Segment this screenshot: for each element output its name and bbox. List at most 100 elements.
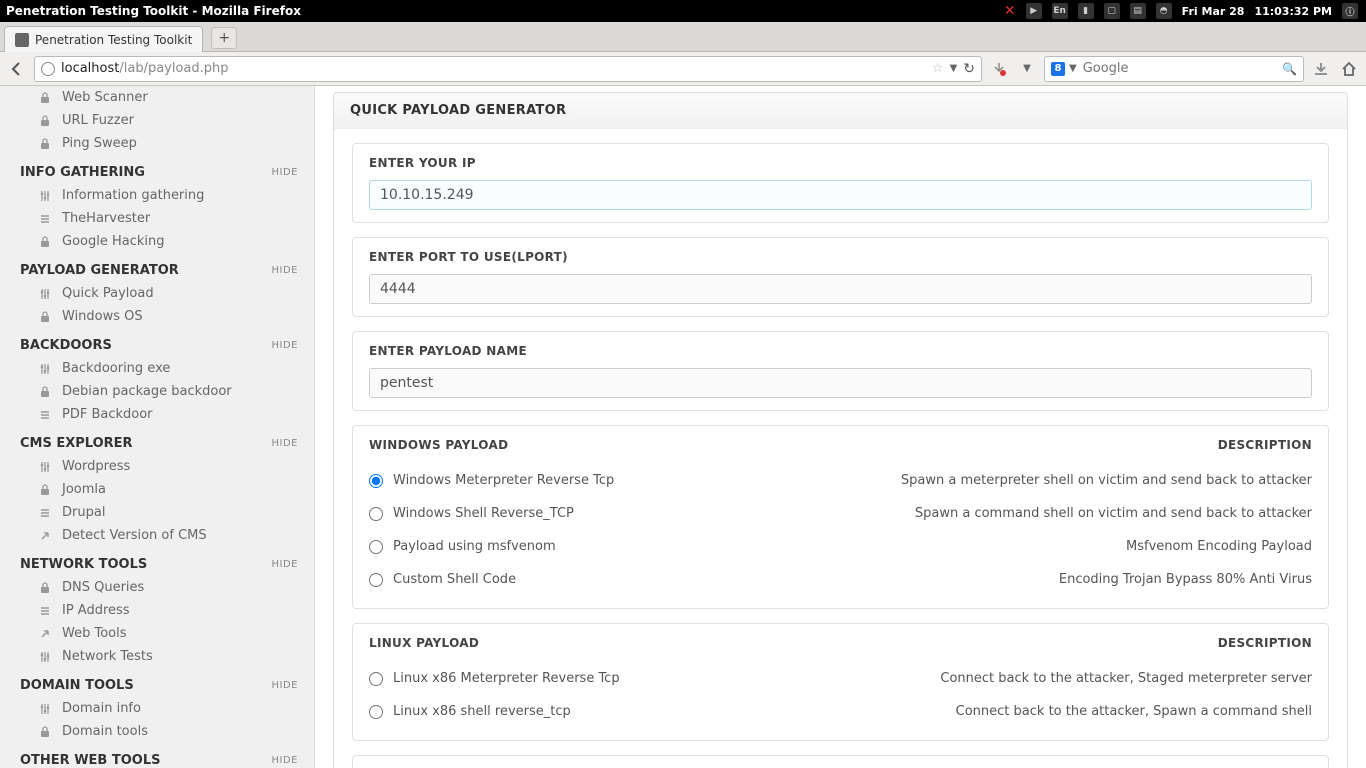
- power-icon[interactable]: ◓: [1156, 3, 1172, 19]
- sidebar-item-label: Windows OS: [62, 309, 143, 324]
- sidebar-section-title: NETWORK TOOLS: [20, 557, 147, 572]
- lock-icon: [38, 581, 52, 595]
- sidebar-item-label: Web Tools: [62, 626, 127, 641]
- home-icon[interactable]: [1338, 58, 1360, 80]
- ip-input[interactable]: [369, 180, 1312, 210]
- sidebar-item[interactable]: Web Tools: [0, 622, 314, 645]
- url-host: localhost: [61, 61, 119, 76]
- sidebar-item[interactable]: URL Fuzzer: [0, 109, 314, 132]
- sidebar-item[interactable]: Drupal: [0, 501, 314, 524]
- sidebar-item[interactable]: Windows OS: [0, 305, 314, 328]
- hide-toggle[interactable]: HIDE: [272, 438, 299, 449]
- payload-option-desc: Encoding Trojan Bypass 80% Anti Virus: [753, 572, 1312, 587]
- payload-option-name: Custom Shell Code: [393, 572, 753, 587]
- payload-option-desc: Spawn a command shell on victim and send…: [753, 506, 1312, 521]
- hide-toggle[interactable]: HIDE: [272, 680, 299, 691]
- sidebar-item[interactable]: Information gathering: [0, 184, 314, 207]
- sidebar-item-label: DNS Queries: [62, 580, 144, 595]
- sliders-icon: [38, 362, 52, 376]
- sidebar-section-title: BACKDOORS: [20, 338, 112, 353]
- sidebar-item[interactable]: Ping Sweep: [0, 132, 314, 155]
- date-text: Fri Mar 28: [1182, 5, 1245, 18]
- sidebar-section-header[interactable]: CMS EXPLORERHIDE: [0, 426, 314, 455]
- sidebar-item[interactable]: Quick Payload: [0, 282, 314, 305]
- sidebar-item[interactable]: Domain info: [0, 697, 314, 720]
- bookmark-icon[interactable]: ☆: [932, 61, 944, 76]
- hide-toggle[interactable]: HIDE: [272, 755, 299, 766]
- tab-title: Penetration Testing Toolkit: [35, 33, 192, 47]
- payload-radio[interactable]: [369, 474, 383, 488]
- url-bar[interactable]: localhost/lab/payload.php ☆ ▼ ↻: [34, 56, 982, 82]
- payload-radio[interactable]: [369, 573, 383, 587]
- sidebar-section-header[interactable]: OTHER WEB TOOLSHIDE: [0, 743, 314, 768]
- sidebar-item-label: Domain tools: [62, 724, 148, 739]
- name-input[interactable]: [369, 368, 1312, 398]
- sidebar-item-label: Google Hacking: [62, 234, 165, 249]
- network-icon[interactable]: ▮: [1078, 3, 1094, 19]
- list-icon: [38, 408, 52, 422]
- toolbar-dropdown-icon[interactable]: ▼: [1016, 58, 1038, 80]
- new-tab-button[interactable]: +: [211, 27, 237, 49]
- payload-radio[interactable]: [369, 705, 383, 719]
- clipboard-icon[interactable]: ▤: [1130, 3, 1146, 19]
- lock-icon: [38, 137, 52, 151]
- sidebar-item[interactable]: Detect Version of CMS: [0, 524, 314, 547]
- sidebar-section-header[interactable]: BACKDOORS HIDE: [0, 328, 314, 357]
- hide-toggle[interactable]: HIDE: [272, 167, 299, 178]
- payload-group: APPLE OSX PAYLOADDESCRIPTIONOSX Reverse …: [352, 755, 1329, 768]
- sidebar-item-label: TheHarvester: [62, 211, 150, 226]
- search-input[interactable]: [1083, 61, 1282, 76]
- search-engine-icon[interactable]: 8: [1051, 62, 1065, 76]
- payload-radio[interactable]: [369, 672, 383, 686]
- sidebar-section-header[interactable]: INFO GATHERING HIDE: [0, 155, 314, 184]
- sidebar-item-label: Joomla: [62, 482, 106, 497]
- sidebar-section-header[interactable]: DOMAIN TOOLSHIDE: [0, 668, 314, 697]
- sidebar-item[interactable]: Joomla: [0, 478, 314, 501]
- media-icon[interactable]: ▶: [1026, 3, 1042, 19]
- system-tray: ✕ ▶ En ▮ ▢ ▤ ◓ Fri Mar 28 11:03:32 PM ⓘ: [1004, 3, 1366, 19]
- sidebar-item[interactable]: Wordpress: [0, 455, 314, 478]
- workspace-icon[interactable]: ▢: [1104, 3, 1120, 19]
- port-field-block: ENTER PORT TO USE(LPORT): [352, 237, 1329, 317]
- lock-icon: [38, 483, 52, 497]
- port-input[interactable]: [369, 274, 1312, 304]
- reload-icon[interactable]: ↻: [963, 61, 975, 77]
- sidebar-item[interactable]: Backdooring exe: [0, 357, 314, 380]
- sidebar-item[interactable]: Google Hacking: [0, 230, 314, 253]
- sidebar-item[interactable]: Domain tools: [0, 720, 314, 743]
- payload-radio[interactable]: [369, 540, 383, 554]
- lock-icon: [38, 385, 52, 399]
- name-label: ENTER PAYLOAD NAME: [369, 344, 1312, 358]
- lang-indicator[interactable]: En: [1052, 3, 1068, 19]
- info-icon[interactable]: ⓘ: [1342, 3, 1358, 19]
- sidebar-item[interactable]: Web Scanner: [0, 86, 314, 109]
- sidebar-section-header[interactable]: NETWORK TOOLS HIDE: [0, 547, 314, 576]
- sidebar-item[interactable]: TheHarvester: [0, 207, 314, 230]
- search-icon[interactable]: 🔍: [1282, 62, 1297, 76]
- hide-toggle[interactable]: HIDE: [272, 340, 299, 351]
- close-icon[interactable]: ✕: [1004, 3, 1016, 19]
- sidebar-item[interactable]: PDF Backdoor: [0, 403, 314, 426]
- downloads-icon[interactable]: [1310, 58, 1332, 80]
- hide-toggle[interactable]: HIDE: [272, 559, 299, 570]
- payload-option-desc: Msfvenom Encoding Payload: [753, 539, 1312, 554]
- url-dropdown-icon[interactable]: ▼: [950, 63, 958, 74]
- back-button[interactable]: [6, 58, 28, 80]
- sidebar-item[interactable]: IP Address: [0, 599, 314, 622]
- sidebar-item[interactable]: DNS Queries: [0, 576, 314, 599]
- sidebar-item[interactable]: Network Tests: [0, 645, 314, 668]
- payload-radio[interactable]: [369, 507, 383, 521]
- download-status-icon[interactable]: [988, 58, 1010, 80]
- sidebar-item[interactable]: Debian package backdoor: [0, 380, 314, 403]
- sidebar-section-header[interactable]: PAYLOAD GENERATORHIDE: [0, 253, 314, 282]
- lock-icon: [38, 114, 52, 128]
- search-box[interactable]: 8 ▼ 🔍: [1044, 56, 1304, 82]
- hide-toggle[interactable]: HIDE: [272, 265, 299, 276]
- search-engine-dropdown-icon[interactable]: ▼: [1069, 63, 1077, 74]
- sidebar-section-title: INFO GATHERING: [20, 165, 145, 180]
- browser-tab[interactable]: Penetration Testing Toolkit: [4, 26, 203, 52]
- payload-option-name: Linux x86 shell reverse_tcp: [393, 704, 753, 719]
- payload-option-name: Linux x86 Meterpreter Reverse Tcp: [393, 671, 753, 686]
- payload-option-name: Windows Shell Reverse_TCP: [393, 506, 753, 521]
- description-header: DESCRIPTION: [1218, 636, 1312, 650]
